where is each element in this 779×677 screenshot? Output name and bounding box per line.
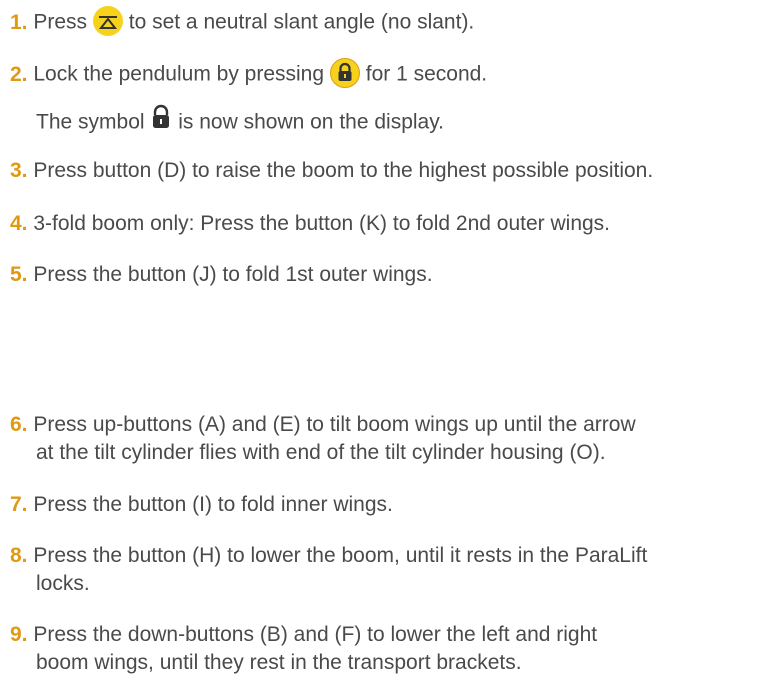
- step-number: 6.: [10, 413, 28, 436]
- step-number: 5.: [10, 263, 28, 286]
- note-text: is now shown on the display.: [178, 110, 444, 134]
- lock-symbol-icon: [150, 104, 172, 138]
- step-text: for 1 second.: [365, 62, 488, 86]
- step-text: Press: [33, 10, 88, 34]
- step-number: 3.: [10, 159, 28, 182]
- lock-button-icon[interactable]: [329, 58, 360, 88]
- step-9-cont: boom wings, until they rest in the trans…: [36, 651, 522, 674]
- step-7: 7. Press the button (I) to fold inner wi…: [10, 491, 779, 519]
- step-text: Press the button (J) to fold 1st outer w…: [33, 263, 433, 286]
- step-4: 4. 3-fold boom only: Press the button (K…: [10, 210, 779, 238]
- step-text: to set a neutral slant angle (no slant).: [128, 10, 475, 34]
- step-6: 6. Press up-buttons (A) and (E) to tilt …: [10, 411, 779, 439]
- step-8: 8. Press the button (H) to lower the boo…: [10, 542, 779, 570]
- step-number: 1.: [10, 10, 28, 34]
- step-8-cont: locks.: [36, 572, 90, 595]
- step-5: 5. Press the button (J) to fold 1st oute…: [10, 261, 779, 289]
- step-number: 9.: [10, 623, 28, 646]
- step-number: 8.: [10, 544, 28, 567]
- step-1: 1. Press to set a neutral slant angle (n…: [10, 6, 779, 38]
- step-text: 3-fold boom only: Press the button (K) t…: [33, 212, 611, 235]
- step-2-note: The symbol is now shown on the display.: [36, 104, 444, 140]
- step-9: 9. Press the down-buttons (B) and (F) to…: [10, 621, 779, 649]
- note-text: The symbol: [36, 110, 145, 134]
- neutral-slant-icon[interactable]: [92, 6, 123, 36]
- step-3: 3. Press button (D) to raise the boom to…: [10, 157, 779, 185]
- step-text: Press up-buttons (A) and (E) to tilt boo…: [33, 413, 636, 436]
- step-text: Press button (D) to raise the boom to th…: [33, 159, 654, 182]
- step-2: 2. Lock the pendulum by pressing for 1 s…: [10, 58, 779, 90]
- step-text: Press the button (H) to lower the boom, …: [33, 544, 648, 567]
- step-number: 4.: [10, 212, 28, 235]
- step-text: Press the button (I) to fold inner wings…: [33, 493, 393, 516]
- step-number: 7.: [10, 493, 28, 516]
- step-number: 2.: [10, 62, 28, 86]
- step-6-cont: at the tilt cylinder flies with end of t…: [36, 441, 606, 464]
- step-text: Press the down-buttons (B) and (F) to lo…: [33, 623, 598, 646]
- step-text: Lock the pendulum by pressing: [33, 62, 325, 86]
